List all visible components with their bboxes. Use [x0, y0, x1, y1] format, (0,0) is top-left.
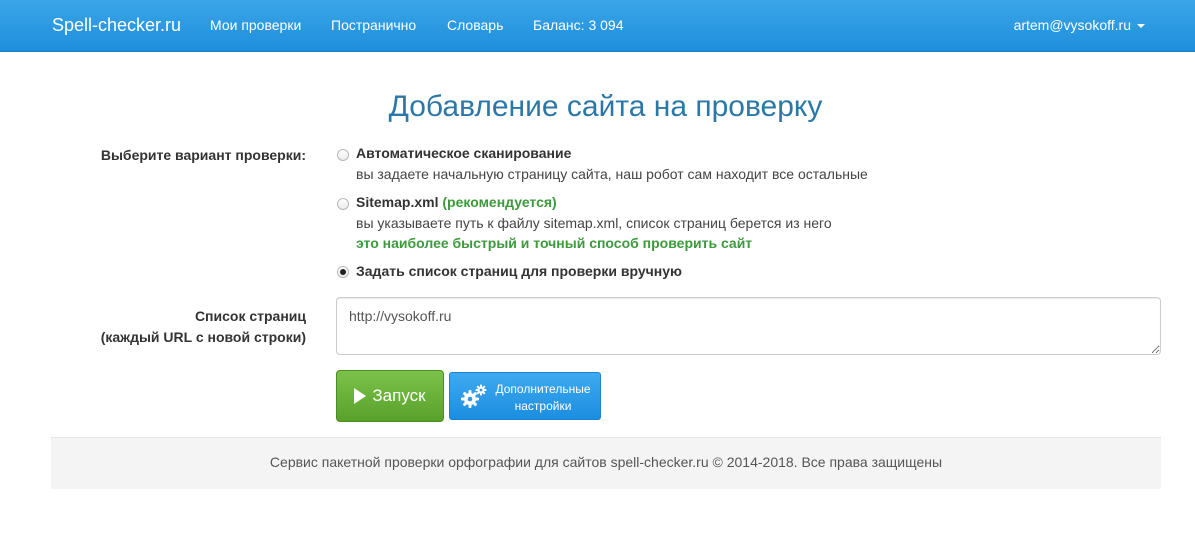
nav-dictionary[interactable]: Словарь	[447, 17, 503, 33]
user-menu-dropdown[interactable]: artem@vysokoff.ru	[1014, 17, 1145, 33]
option-sitemap-description: вы указываете путь к файлу sitemap.xml, …	[356, 215, 832, 231]
caret-down-icon	[1137, 24, 1145, 29]
brand-link[interactable]: Spell-checker.ru	[52, 15, 181, 36]
option-auto-scan-description: вы задаете начальную страницу сайта, наш…	[356, 166, 868, 182]
nav-per-page[interactable]: Постранично	[331, 17, 416, 33]
nav-my-checks[interactable]: Мои проверки	[210, 17, 301, 33]
option-sitemap-name: Sitemap.xml	[356, 194, 439, 210]
option-manual-list-title[interactable]: Задать список страниц для проверки вручн…	[356, 263, 682, 279]
run-button-label: Запуск	[372, 386, 426, 405]
check-mode-label: Выберите вариант проверки:	[100, 147, 306, 163]
advanced-settings-button[interactable]: Дополнительные настройки	[449, 372, 601, 420]
pages-list-hint: (каждый URL с новой строки)	[100, 329, 306, 345]
balance-text: Баланс: 3 094	[533, 17, 624, 33]
option-sitemap-title[interactable]: Sitemap.xml (рекомендуется)	[356, 194, 557, 210]
advanced-settings-label-line2: настройки	[514, 399, 572, 413]
recommended-badge: (рекомендуется)	[442, 194, 557, 210]
radio-manual-list[interactable]	[337, 266, 349, 278]
gears-icon	[461, 384, 487, 408]
radio-sitemap[interactable]	[337, 198, 349, 210]
run-button[interactable]: Запуск	[336, 370, 444, 422]
radio-auto-scan[interactable]	[337, 149, 349, 161]
option-auto-scan-title[interactable]: Автоматическое сканирование	[356, 145, 571, 161]
footer: Сервис пакетной проверки орфографии для …	[51, 437, 1161, 489]
pages-list-label: Список страниц	[194, 308, 306, 324]
advanced-settings-label: Дополнительные настройки	[490, 381, 596, 415]
footer-text: Сервис пакетной проверки орфографии для …	[269, 454, 943, 470]
user-email: artem@vysokoff.ru	[1013, 17, 1131, 33]
page-title: Добавление сайта на проверку	[388, 90, 823, 123]
option-sitemap-note: это наиболее быстрый и точный способ про…	[356, 235, 753, 251]
play-icon	[354, 388, 367, 404]
advanced-settings-label-line1: Дополнительные	[495, 382, 591, 396]
top-navbar: Spell-checker.ru Мои проверки Постраничн…	[0, 0, 1195, 52]
pages-list-textarea[interactable]: http://vysokoff.ru	[336, 297, 1161, 355]
